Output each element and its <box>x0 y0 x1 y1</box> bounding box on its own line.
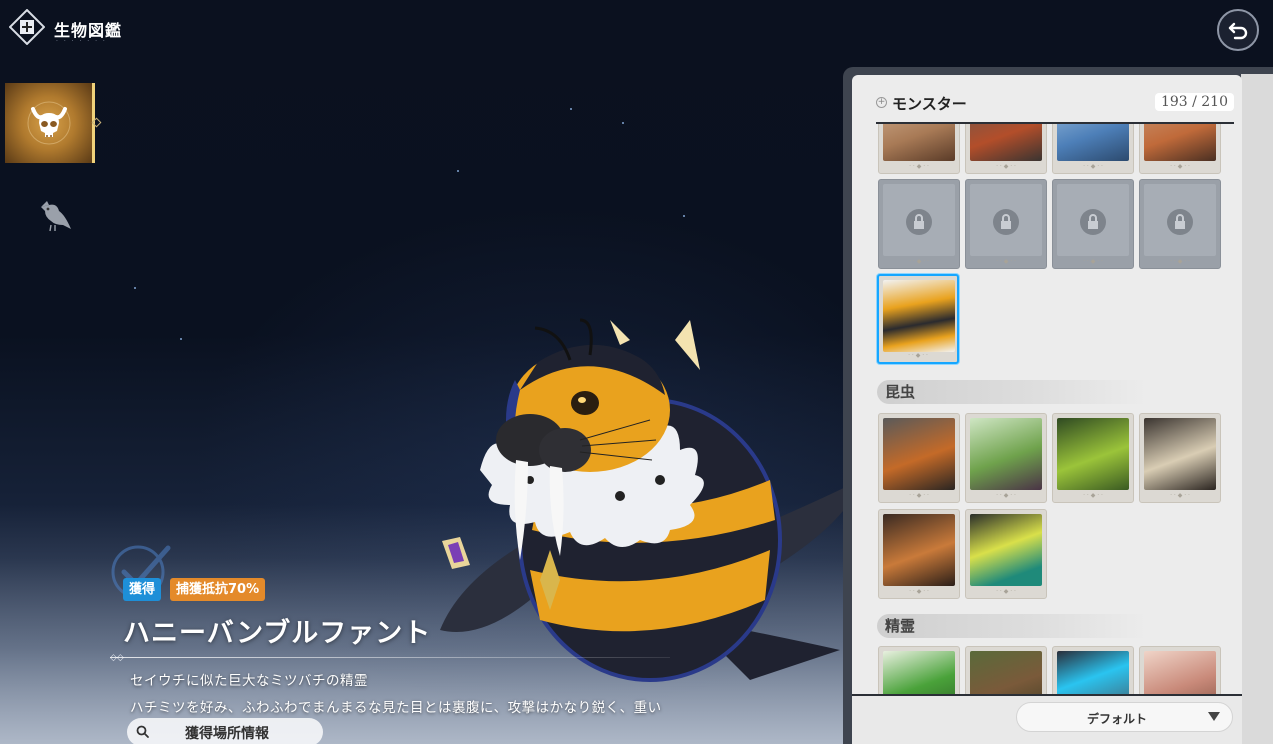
star <box>180 338 182 340</box>
creature-card[interactable]: · · ◆ · · <box>878 509 960 599</box>
star <box>457 170 459 172</box>
locked-creature-card[interactable]: · · ◆ · · <box>965 179 1047 269</box>
lock-icon <box>993 209 1019 235</box>
creature-card[interactable]: · · ◆ · · <box>1139 124 1221 174</box>
obtained-status-badge: 獲得 <box>123 578 162 601</box>
category-tab-monster[interactable] <box>5 83 95 163</box>
creature-card[interactable]: · · ◆ · · <box>1052 413 1134 503</box>
lock-icon <box>1080 209 1106 235</box>
lock-icon <box>1167 209 1193 235</box>
bird-icon <box>41 201 71 232</box>
page-subtitle-decoration: · · · · · · · <box>56 38 107 45</box>
star <box>683 215 685 217</box>
creature-card-selected[interactable]: · · ◆ · · <box>877 274 959 364</box>
creature-card[interactable]: · · ◆ · · <box>878 124 960 174</box>
creature-description-line-1: セイウチに似た巨大なミツバチの精霊 <box>130 673 368 689</box>
creature-card[interactable]: · · ◆ · · <box>878 646 960 694</box>
star <box>134 287 136 289</box>
sort-dropdown[interactable]: デフォルト <box>1016 702 1233 732</box>
creature-name: ハニーバンブルファント <box>123 618 432 649</box>
star <box>570 108 572 110</box>
capture-resistance-badge: 捕獲抵抗70% <box>170 578 266 601</box>
creature-card[interactable]: · · ◆ · · <box>965 509 1047 599</box>
monster-skull-icon <box>27 101 70 145</box>
name-divider <box>110 657 670 658</box>
sort-dropdown-label: デフォルト <box>1087 712 1148 726</box>
locked-creature-card[interactable]: · · ◆ · · <box>1139 179 1221 269</box>
creature-3d-model <box>420 300 880 700</box>
divider-ornament: ◇◇ <box>110 653 124 663</box>
creature-card[interactable]: · · ◆ · · <box>965 646 1047 694</box>
locked-creature-card[interactable]: · · ◆ · · <box>878 179 960 269</box>
acquisition-location-label: 獲得場所情報 <box>185 726 269 742</box>
group-label-spirit: 精霊 <box>877 614 1147 638</box>
creature-card[interactable]: · · ◆ · · <box>1139 646 1221 694</box>
creature-card[interactable]: · · ◆ · · <box>965 413 1047 503</box>
section-header: + モンスター 193 / 210 <box>876 91 1234 115</box>
creature-card[interactable]: · · ◆ · · <box>1052 646 1134 694</box>
chevron-down-icon <box>1208 712 1220 721</box>
return-arrow-icon <box>1228 22 1248 40</box>
collection-count: 193 / 210 <box>1154 93 1234 111</box>
lock-icon <box>906 209 932 235</box>
star <box>622 122 624 124</box>
locked-creature-card[interactable]: · · ◆ · · <box>1052 179 1134 269</box>
back-button[interactable] <box>1217 9 1259 51</box>
honey-crystal-decoration <box>438 535 474 575</box>
group-label-insect: 昆虫 <box>877 380 1147 404</box>
creature-card[interactable]: · · ◆ · · <box>878 413 960 503</box>
collapse-icon[interactable]: + <box>876 97 887 108</box>
creature-grid[interactable]: · · ◆ · · · · ◆ · · · · ◆ · · · · ◆ · · … <box>852 124 1242 694</box>
creature-description-line-2: ハチミツを好み、ふわふわでまんまるな見た目とは裏腹に、攻撃はかなり鋭く、重い <box>130 700 662 716</box>
encyclopedia-book-icon <box>8 8 46 46</box>
creature-card[interactable]: · · ◆ · · <box>1139 413 1221 503</box>
section-title: モンスター <box>892 95 967 113</box>
creature-card[interactable]: · · ◆ · · <box>965 124 1047 174</box>
panel-page-edge <box>1241 74 1273 744</box>
creature-card[interactable]: · · ◆ · · <box>1052 124 1134 174</box>
acquisition-location-button[interactable]: 獲得場所情報 <box>127 718 323 744</box>
category-tab-bird[interactable] <box>33 193 77 237</box>
search-icon <box>136 725 149 738</box>
